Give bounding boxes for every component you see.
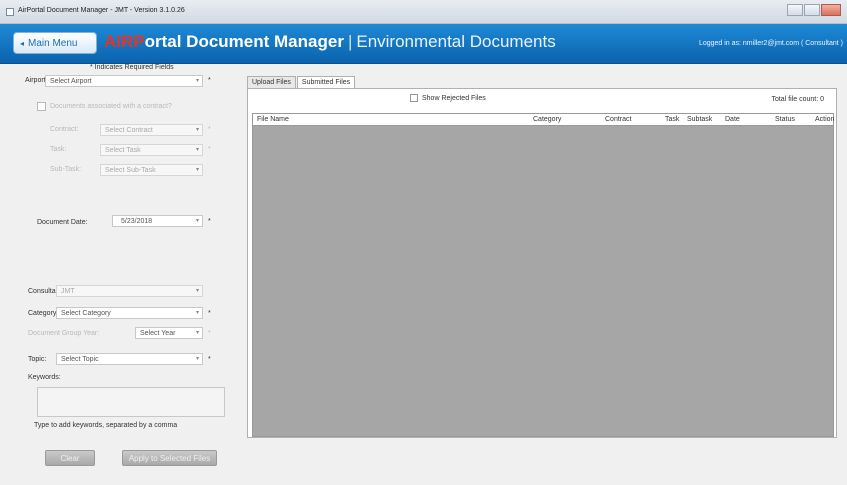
- task-label: Task:: [50, 146, 67, 153]
- chevron-down-icon: ▾: [195, 127, 199, 133]
- keywords-hint: Type to add keywords, separated by a com…: [34, 422, 178, 429]
- column-header-file-name[interactable]: File Name: [257, 116, 289, 123]
- show-rejected-label: Show Rejected Files: [422, 94, 486, 102]
- topic-select[interactable]: Select Topic ▾: [56, 353, 203, 365]
- document-date-label: Document Date:: [37, 219, 88, 226]
- required-asterisk: *: [208, 77, 211, 84]
- column-header-task[interactable]: Task: [665, 116, 679, 123]
- chevron-down-icon: ▾: [195, 330, 199, 336]
- subtask-select[interactable]: Select Sub-Task ▾: [100, 164, 203, 176]
- airport-select[interactable]: Select Airport ▾: [45, 75, 203, 87]
- group-year-label: Document Group Year:: [28, 330, 100, 337]
- app-title-separator: |: [347, 32, 353, 51]
- group-year-select-value: Select Year: [140, 330, 176, 337]
- chevron-down-icon: ▾: [195, 356, 199, 362]
- window-title: AirPortal Document Manager - JMT - Versi…: [18, 7, 185, 14]
- column-header-date[interactable]: Date: [725, 116, 740, 123]
- task-select-value: Select Task: [105, 147, 141, 154]
- column-header-contract[interactable]: Contract: [605, 116, 631, 123]
- required-asterisk: *: [208, 356, 211, 363]
- column-header-category[interactable]: Category: [533, 116, 561, 123]
- total-file-count: Total file count: 0: [771, 96, 824, 103]
- window-title-bar: AirPortal Document Manager - JMT - Versi…: [0, 0, 847, 24]
- contract-association-label: Documents associated with a contract?: [50, 103, 172, 110]
- file-tabs: Upload Files Submitted Files: [247, 76, 356, 89]
- files-grid-header: File Name Category Contract Task Subtask…: [253, 114, 834, 126]
- category-select-value: Select Category: [61, 310, 111, 317]
- document-date-value: 5/23/2018: [121, 218, 153, 225]
- chevron-down-icon: ▾: [195, 147, 199, 153]
- logged-in-user: Logged in as: nmiller2@jmt.com ( Consult…: [698, 40, 843, 47]
- topic-label: Topic:: [28, 356, 47, 363]
- app-title: AIRPortal Document Manager | Environmental…: [104, 32, 556, 52]
- clear-button[interactable]: Clear: [45, 450, 95, 466]
- apply-to-selected-files-button[interactable]: Apply to Selected Files: [122, 450, 217, 466]
- column-header-status[interactable]: Status: [775, 116, 795, 123]
- app-header: ◂ Main Menu AIRPortal Document Manager | E…: [0, 24, 847, 64]
- chevron-down-icon: ▾: [195, 288, 199, 294]
- show-rejected-checkbox[interactable]: [410, 94, 418, 102]
- required-asterisk: *: [208, 218, 211, 225]
- contract-label: Contract:: [50, 126, 79, 133]
- app-title-brand: AIRP: [104, 32, 145, 51]
- required-asterisk: *: [208, 330, 211, 337]
- document-date-picker[interactable]: 5/23/2018 ◌▾: [112, 215, 203, 227]
- files-grid[interactable]: File Name Category Contract Task Subtask…: [252, 113, 834, 437]
- topic-select-value: Select Topic: [61, 356, 99, 363]
- app-window-icon: [6, 8, 14, 16]
- subtask-label: Sub-Task:: [50, 166, 82, 173]
- required-fields-note: * Indicates Required Fields: [90, 64, 174, 71]
- consultant-select[interactable]: JMT ▾: [56, 285, 203, 297]
- show-rejected-toggle[interactable]: Show Rejected Files: [410, 94, 486, 102]
- airport-select-value: Select Airport: [50, 78, 92, 85]
- minimize-button[interactable]: [787, 4, 803, 16]
- chevron-down-icon: ▾: [195, 78, 199, 84]
- task-select[interactable]: Select Task ▾: [100, 144, 203, 156]
- required-asterisk: *: [208, 126, 211, 133]
- calendar-icon: ◌▾: [192, 218, 199, 224]
- document-form-panel: * Indicates Required Fields Airport: Sel…: [25, 64, 240, 485]
- tab-upload-files[interactable]: Upload Files: [247, 76, 296, 88]
- window-controls: [787, 4, 841, 16]
- contract-select-value: Select Contract: [105, 127, 153, 134]
- contract-select[interactable]: Select Contract ▾: [100, 124, 203, 136]
- required-asterisk: *: [208, 146, 211, 153]
- main-menu-label: Main Menu: [28, 37, 78, 49]
- column-header-action[interactable]: Action: [815, 116, 834, 123]
- column-header-subtask[interactable]: Subtask: [687, 116, 712, 123]
- consultant-select-value: JMT: [61, 288, 75, 295]
- keywords-label: Keywords:: [28, 374, 61, 381]
- category-select[interactable]: Select Category ▾: [56, 307, 203, 319]
- contract-association-checkbox[interactable]: [37, 102, 46, 111]
- subtask-select-value: Select Sub-Task: [105, 167, 156, 174]
- required-asterisk: *: [208, 310, 211, 317]
- group-year-select[interactable]: Select Year ▾: [135, 327, 203, 339]
- chevron-down-icon: ▾: [195, 167, 199, 173]
- close-button[interactable]: [821, 4, 841, 16]
- main-menu-button[interactable]: ◂ Main Menu: [13, 32, 97, 54]
- back-arrow-icon: ◂: [20, 38, 25, 48]
- chevron-down-icon: ▾: [195, 310, 199, 316]
- keywords-input[interactable]: [37, 387, 225, 417]
- app-title-main: ortal Document Manager: [144, 32, 344, 51]
- submitted-files-panel: Show Rejected Files Total file count: 0 …: [247, 88, 837, 438]
- app-title-section: Environmental Documents: [356, 32, 556, 51]
- maximize-button[interactable]: [804, 4, 820, 16]
- category-label: Category:: [28, 310, 59, 317]
